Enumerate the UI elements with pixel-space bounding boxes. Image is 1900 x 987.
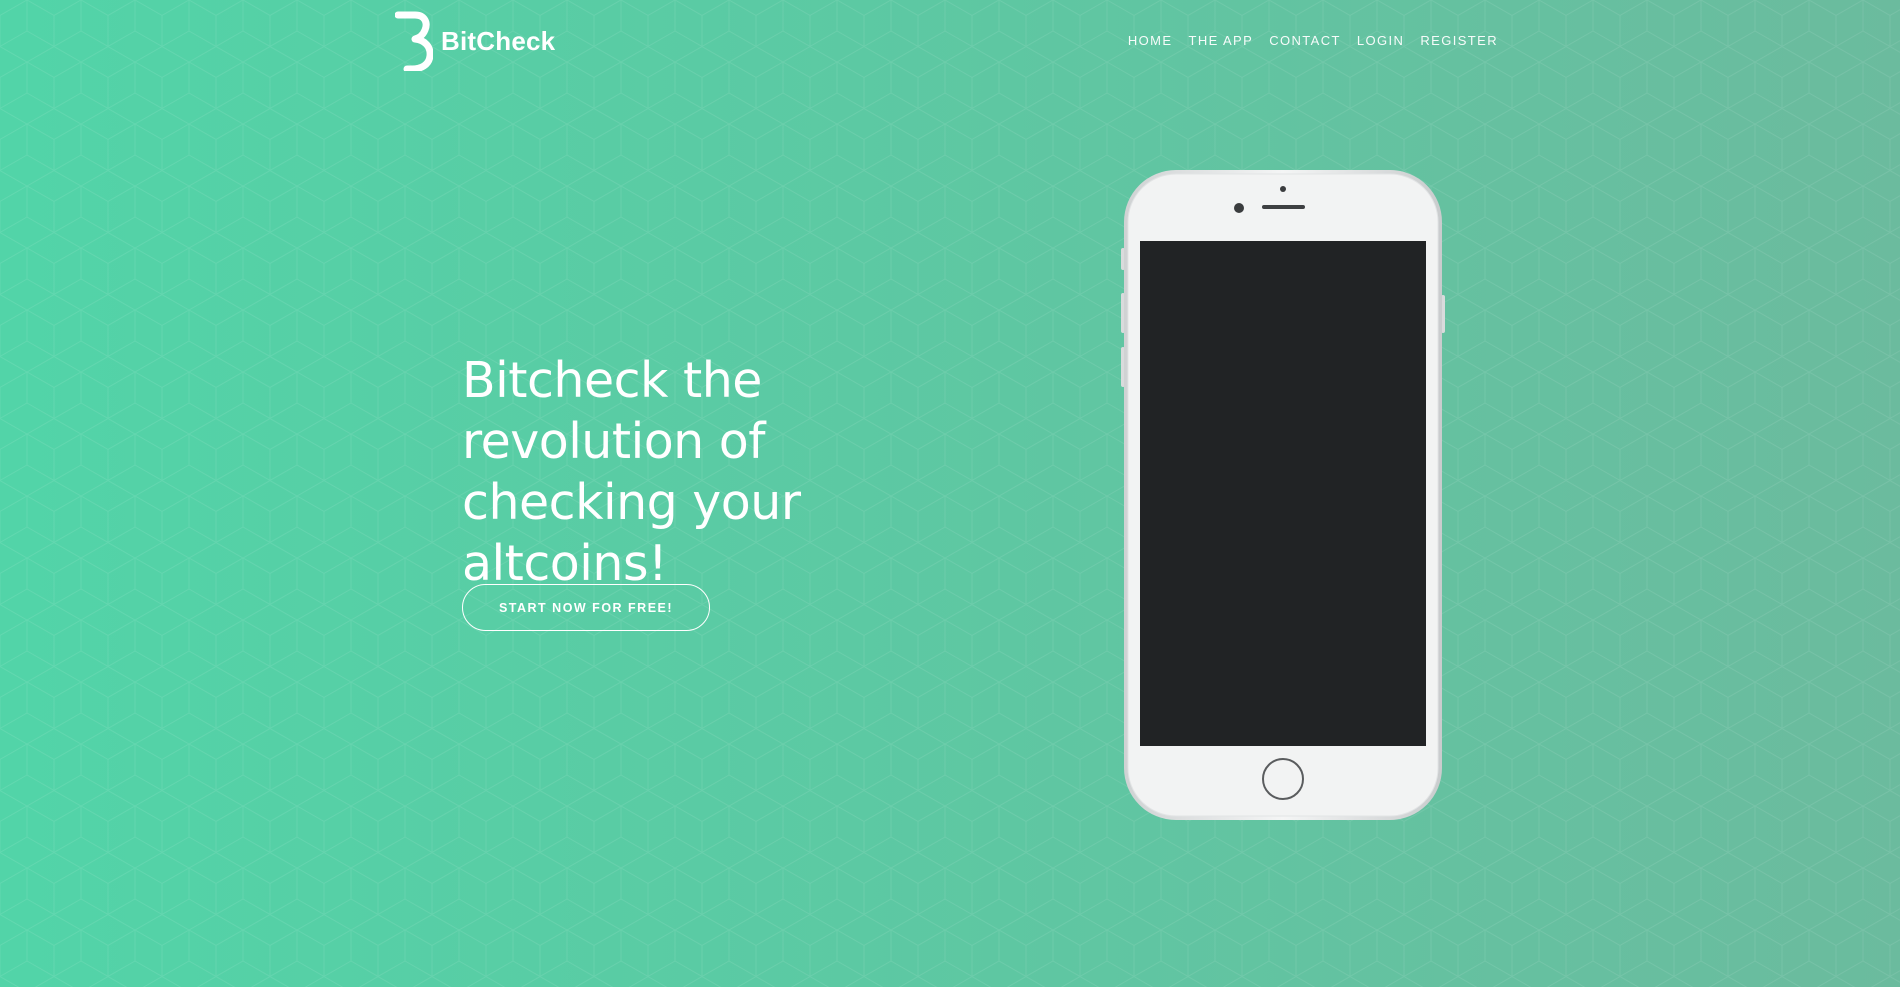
nav-home[interactable]: HOME bbox=[1128, 32, 1173, 50]
nav-contact[interactable]: CONTACT bbox=[1269, 32, 1341, 50]
brand-name: BitCheck bbox=[441, 26, 556, 56]
hero-headline: Bitcheck the revolution of checking your… bbox=[462, 352, 801, 592]
start-now-button[interactable]: START NOW FOR FREE! bbox=[462, 584, 710, 631]
brand-logo[interactable]: BitCheck bbox=[395, 11, 555, 71]
main-nav: HOME THE APP CONTACT LOGIN REGISTER bbox=[1128, 32, 1498, 50]
phone-mockup bbox=[1121, 170, 1445, 820]
b-logo-icon bbox=[395, 11, 433, 71]
nav-the-app[interactable]: THE APP bbox=[1188, 32, 1253, 50]
nav-register[interactable]: REGISTER bbox=[1420, 32, 1498, 50]
nav-login[interactable]: LOGIN bbox=[1357, 32, 1404, 50]
phone-screen bbox=[1140, 241, 1426, 746]
